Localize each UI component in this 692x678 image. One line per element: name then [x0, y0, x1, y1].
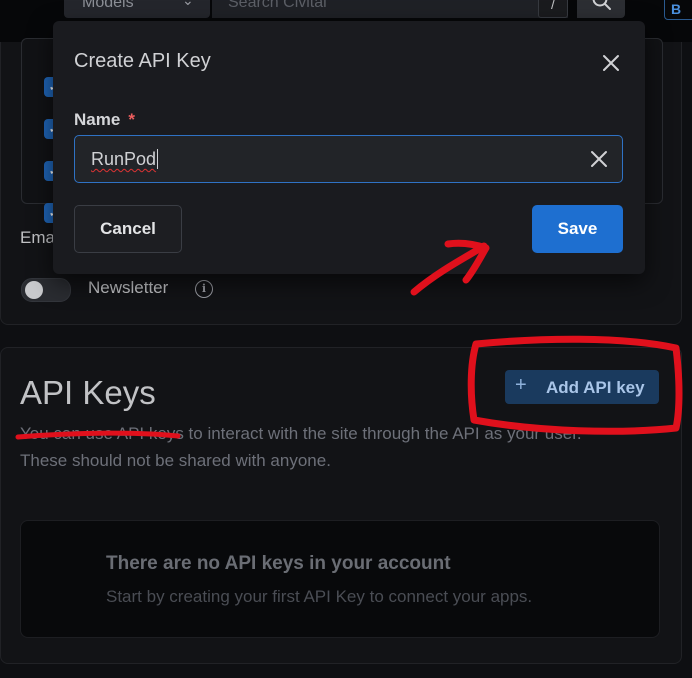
add-api-key-label: Add API key	[546, 378, 645, 397]
newsletter-toggle[interactable]	[21, 278, 71, 302]
name-input[interactable]: RunPod	[74, 135, 623, 183]
corner-action-icon: B	[671, 1, 682, 17]
models-select-label: Models	[82, 0, 134, 11]
email-label: Ema	[20, 228, 55, 247]
api-keys-empty-state: There are no API keys in your account St…	[20, 520, 660, 638]
save-button[interactable]: Save	[532, 205, 623, 253]
empty-state-subtitle: Start by creating your first API Key to …	[106, 587, 533, 606]
toggle-knob	[25, 281, 43, 299]
info-icon[interactable]: i	[195, 280, 213, 298]
plus-icon: +	[515, 374, 527, 396]
models-select[interactable]: Models ⌄	[64, 0, 210, 18]
name-input-value: RunPod	[91, 149, 159, 169]
text-caret	[157, 149, 159, 169]
clear-icon[interactable]	[589, 149, 609, 169]
newsletter-label: Newsletter	[88, 278, 169, 297]
add-api-key-button[interactable]: + Add API key	[505, 370, 659, 404]
api-keys-card: API Keys You can use API keys to interac…	[0, 347, 682, 664]
search-icon	[592, 0, 611, 10]
chevron-down-icon: ⌄	[182, 0, 194, 8]
api-keys-title: API Keys	[20, 374, 156, 411]
cancel-button[interactable]: Cancel	[74, 205, 182, 253]
required-marker: *	[128, 110, 135, 129]
name-label-text: Name	[74, 110, 121, 129]
close-icon[interactable]	[599, 51, 623, 75]
search-button[interactable]	[577, 0, 625, 18]
create-api-key-modal: Create API Key Name * RunPod Cancel Save	[53, 21, 645, 274]
search-shortcut-badge: /	[538, 0, 568, 18]
api-keys-description: You can use API keys to interact with th…	[20, 424, 582, 470]
modal-title: Create API Key	[74, 50, 211, 72]
corner-action-button[interactable]: B	[664, 0, 692, 20]
name-field-label: Name *	[74, 110, 135, 130]
empty-state-title: There are no API keys in your account	[106, 553, 451, 574]
search-input[interactable]: Search Civitai	[212, 0, 568, 18]
